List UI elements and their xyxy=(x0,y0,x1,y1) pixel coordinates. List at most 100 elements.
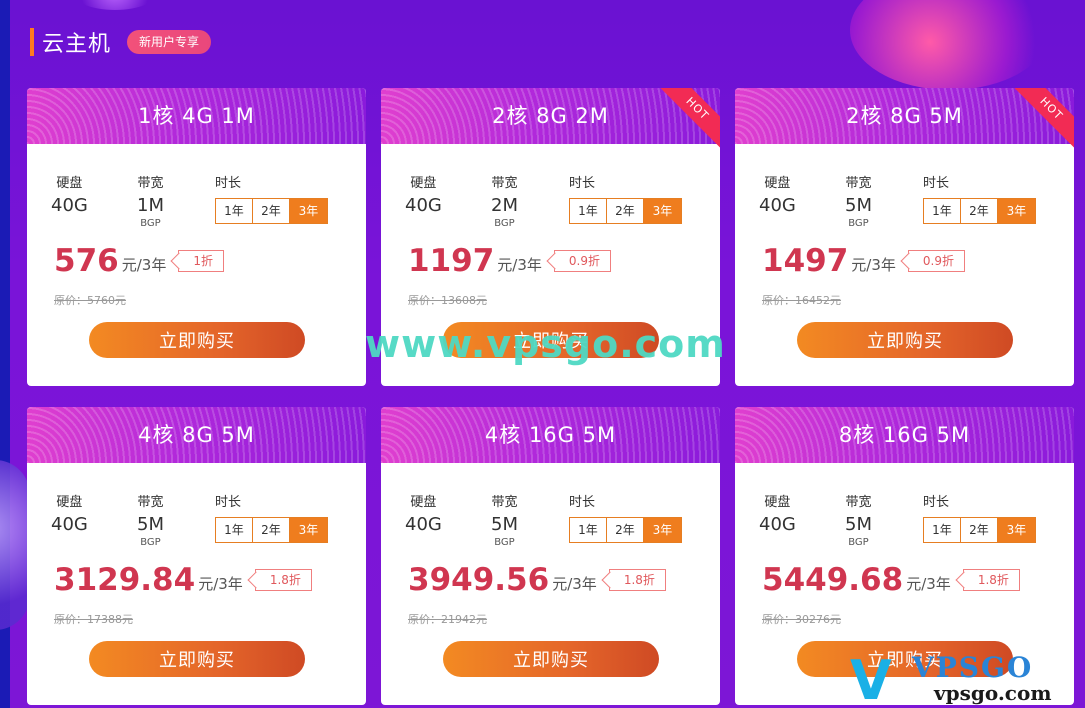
product-card: 4核 16G 5M 硬盘 40G 带宽 5M BGP 时长 1年 2年 3年 394… xyxy=(381,407,720,705)
duration-option[interactable]: 2年 xyxy=(961,199,998,223)
card-header: 1核 4G 1M xyxy=(27,88,366,144)
discount-tag: 1.8折 xyxy=(962,569,1020,591)
duration-spec: 时长 1年 2年 3年 xyxy=(215,491,328,543)
price-row: 3129.84 元/3年 1.8折 xyxy=(54,561,312,597)
background-decoration xyxy=(0,460,30,630)
discount-tag: 1.8折 xyxy=(254,569,312,591)
bandwidth-spec: 带宽 1M BGP xyxy=(137,172,164,229)
duration-option[interactable]: 1年 xyxy=(216,518,253,542)
duration-option[interactable]: 3年 xyxy=(998,199,1035,223)
product-card: 4核 8G 5M 硬盘 40G 带宽 5M BGP 时长 1年 2年 3年 3129… xyxy=(27,407,366,705)
bgp-label: BGP xyxy=(494,218,515,229)
hot-ribbon: HOT xyxy=(657,88,720,149)
discount-tag: 1.8折 xyxy=(608,569,666,591)
bandwidth-value: 2M xyxy=(491,195,518,216)
price-row: 1197 元/3年 0.9折 xyxy=(408,242,611,278)
duration-option[interactable]: 3年 xyxy=(290,199,327,223)
plan-title: 4核 16G 5M xyxy=(484,423,617,447)
plan-title: 8核 16G 5M xyxy=(838,423,971,447)
duration-option[interactable]: 3年 xyxy=(644,199,681,223)
discount-tag: 0.9折 xyxy=(907,250,965,272)
duration-option[interactable]: 1年 xyxy=(924,199,961,223)
duration-label: 时长 xyxy=(215,176,242,191)
disk-label: 硬盘 xyxy=(56,176,83,191)
spec-row: 硬盘 40G 带宽 1M BGP 时长 1年 2年 3年 xyxy=(27,172,366,242)
bandwidth-value: 5M xyxy=(845,514,872,535)
hot-ribbon: HOT xyxy=(1011,88,1074,149)
price-unit: 元/3年 xyxy=(198,575,243,593)
logo-mark: V xyxy=(850,649,892,708)
disk-spec: 硬盘 40G xyxy=(405,491,442,535)
duration-option[interactable]: 2年 xyxy=(961,518,998,542)
logo-domain: vpsgo.com xyxy=(934,681,1052,705)
spec-row: 硬盘 40G 带宽 5M BGP 时长 1年 2年 3年 xyxy=(735,491,1074,561)
bandwidth-spec: 带宽 5M BGP xyxy=(845,491,872,548)
duration-option[interactable]: 2年 xyxy=(253,518,290,542)
duration-option[interactable]: 3年 xyxy=(290,518,327,542)
spec-row: 硬盘 40G 带宽 5M BGP 时长 1年 2年 3年 xyxy=(735,172,1074,242)
duration-option[interactable]: 2年 xyxy=(607,199,644,223)
disk-spec: 硬盘 40G xyxy=(51,172,88,216)
section-title: 云主机 xyxy=(42,32,112,57)
price-row: 5449.68 元/3年 1.8折 xyxy=(762,561,1020,597)
duration-option[interactable]: 2年 xyxy=(253,199,290,223)
card-header: 8核 16G 5M xyxy=(735,407,1074,463)
buy-now-button[interactable]: 立即购买 xyxy=(443,641,659,677)
bandwidth-value: 5M xyxy=(137,514,164,535)
bgp-label: BGP xyxy=(140,218,161,229)
duration-label: 时长 xyxy=(923,176,950,191)
duration-spec: 时长 1年 2年 3年 xyxy=(215,172,328,224)
price-unit: 元/3年 xyxy=(906,575,951,593)
duration-selector: 1年 2年 3年 xyxy=(923,517,1036,543)
bandwidth-spec: 带宽 5M BGP xyxy=(845,172,872,229)
buy-now-button[interactable]: 立即购买 xyxy=(89,641,305,677)
logo-wordmark: VPSGO xyxy=(912,651,1034,684)
price-value: 1197 xyxy=(408,243,495,279)
duration-label: 时长 xyxy=(923,495,950,510)
duration-selector: 1年 2年 3年 xyxy=(569,198,682,224)
duration-option[interactable]: 1年 xyxy=(216,199,253,223)
bandwidth-label: 带宽 xyxy=(137,176,164,191)
duration-option[interactable]: 1年 xyxy=(570,518,607,542)
background-decoration xyxy=(850,0,1050,90)
plan-title: 4核 8G 5M xyxy=(138,423,255,447)
duration-selector: 1年 2年 3年 xyxy=(923,198,1036,224)
duration-selector: 1年 2年 3年 xyxy=(569,517,682,543)
spec-row: 硬盘 40G 带宽 2M BGP 时长 1年 2年 3年 xyxy=(381,172,720,242)
duration-option[interactable]: 1年 xyxy=(924,518,961,542)
price-value: 5449.68 xyxy=(762,562,904,598)
plan-title: 2核 8G 2M xyxy=(492,104,609,128)
duration-option[interactable]: 3年 xyxy=(998,518,1035,542)
buy-now-button[interactable]: 立即购买 xyxy=(89,322,305,358)
bandwidth-label: 带宽 xyxy=(491,495,518,510)
disk-value: 40G xyxy=(405,195,442,216)
buy-now-button[interactable]: 立即购买 xyxy=(797,322,1013,358)
bandwidth-spec: 带宽 5M BGP xyxy=(137,491,164,548)
price-row: 3949.56 元/3年 1.8折 xyxy=(408,561,666,597)
duration-selector: 1年 2年 3年 xyxy=(215,517,328,543)
discount-tag: 1折 xyxy=(178,250,224,272)
product-card: 1核 4G 1M 硬盘 40G 带宽 1M BGP 时长 1年 2年 3年 576 … xyxy=(27,88,366,386)
bandwidth-label: 带宽 xyxy=(491,176,518,191)
bandwidth-value: 5M xyxy=(491,514,518,535)
plan-title: 1核 4G 1M xyxy=(138,104,255,128)
price-value: 1497 xyxy=(762,243,849,279)
card-header: 4核 8G 5M xyxy=(27,407,366,463)
card-header: 2核 8G 2M HOT xyxy=(381,88,720,149)
bgp-label: BGP xyxy=(848,218,869,229)
duration-option[interactable]: 3年 xyxy=(644,518,681,542)
duration-option[interactable]: 1年 xyxy=(570,199,607,223)
bgp-label: BGP xyxy=(140,537,161,548)
spec-row: 硬盘 40G 带宽 5M BGP 时长 1年 2年 3年 xyxy=(381,491,720,561)
price-unit: 元/3年 xyxy=(497,256,542,274)
price-row: 576 元/3年 1折 xyxy=(54,242,224,278)
card-header: 4核 16G 5M xyxy=(381,407,720,463)
disk-spec: 硬盘 40G xyxy=(759,491,796,535)
disk-spec: 硬盘 40G xyxy=(51,491,88,535)
bandwidth-value: 5M xyxy=(845,195,872,216)
price-value: 576 xyxy=(54,243,119,279)
card-header: 2核 8G 5M HOT xyxy=(735,88,1074,149)
bgp-label: BGP xyxy=(848,537,869,548)
original-price: 原价：5760元 xyxy=(54,294,126,307)
duration-option[interactable]: 2年 xyxy=(607,518,644,542)
